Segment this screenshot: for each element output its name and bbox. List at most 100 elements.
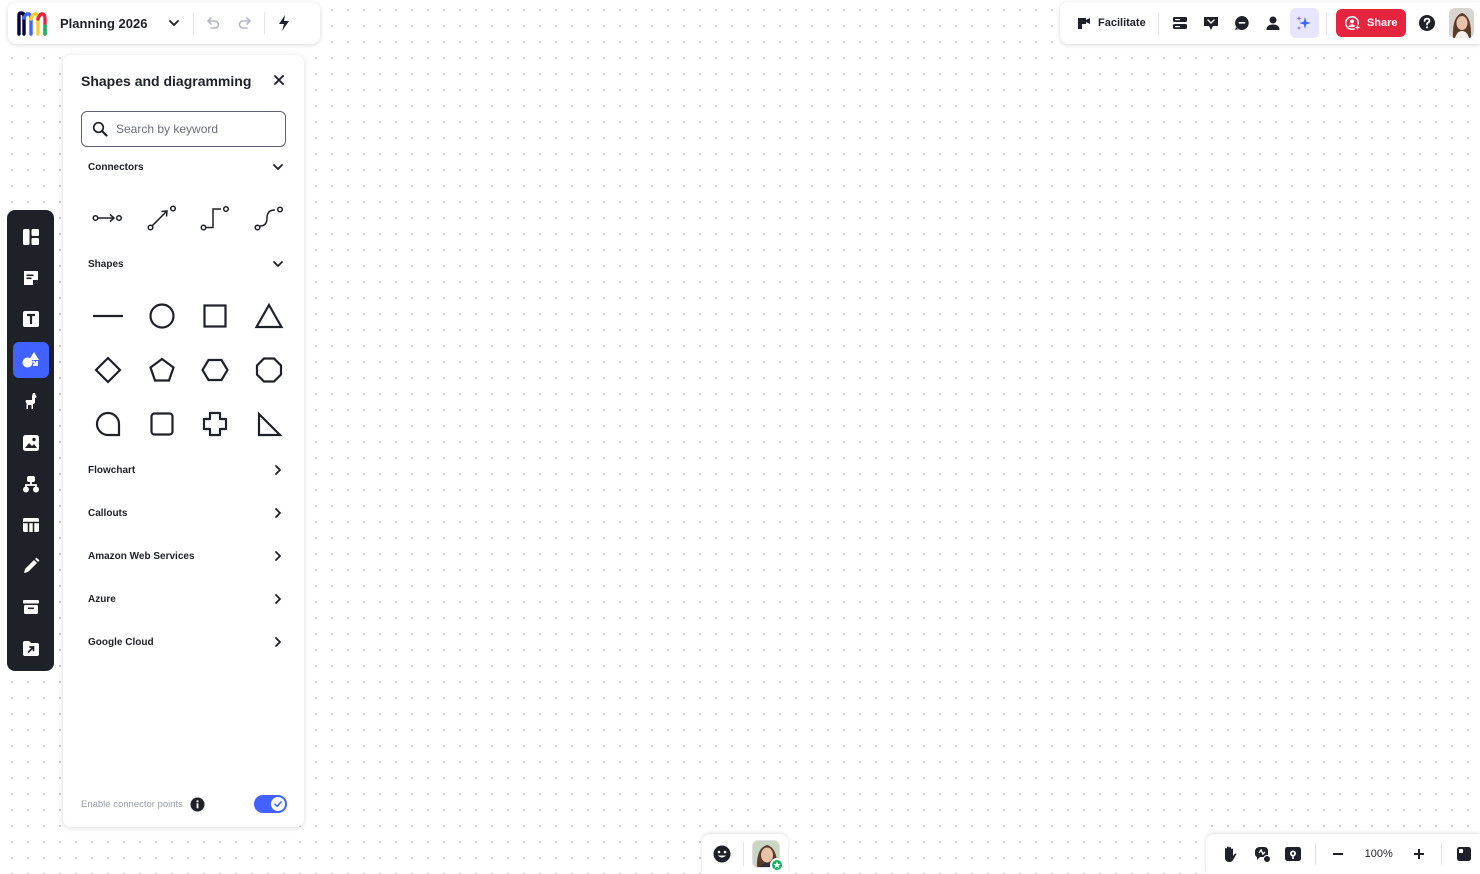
zoom-in-icon[interactable] [1404,839,1434,869]
straight-connector-icon[interactable] [81,198,135,238]
right-triangle-shape-icon[interactable] [242,404,296,444]
close-icon[interactable] [269,70,289,90]
board-title[interactable]: Planning 2026 [60,16,147,31]
user-avatar[interactable] [1448,8,1475,38]
shapes-grid-row-2 [81,350,296,390]
divider [1441,843,1443,865]
templates-icon[interactable] [13,219,49,255]
zoom-out-icon[interactable] [1323,839,1353,869]
board-layout-icon[interactable] [1166,8,1195,38]
collaborator-avatar[interactable] [752,840,784,872]
table-icon[interactable] [13,507,49,543]
zoom-level[interactable]: 100% [1354,848,1404,860]
line-shape-icon[interactable] [81,296,135,336]
panel-title: Shapes and diagramming [81,73,252,89]
redo-icon[interactable] [232,10,258,36]
section-google-cloud[interactable]: Google Cloud [81,631,286,653]
emoji-icon[interactable] [711,843,733,865]
section-label: Azure [88,593,116,605]
board-menu-chevron-icon[interactable] [161,10,187,36]
chevron-down-icon [270,256,286,272]
section-aws[interactable]: Amazon Web Services [81,545,286,567]
frame-icon[interactable] [13,589,49,625]
facilitate-icon [1078,18,1090,29]
user-icon[interactable] [1259,8,1288,38]
help-icon[interactable] [1413,8,1442,38]
upload-icon[interactable] [13,630,49,666]
hexagon-shape-icon[interactable] [189,350,243,390]
share-user-icon [1344,15,1361,31]
connector-points-setting: Enable connector points [81,794,287,814]
chevron-right-icon [270,548,286,564]
divider [264,12,266,34]
navigation-bar: 100% [1206,834,1480,874]
search-field[interactable] [81,111,286,147]
triangle-shape-icon[interactable] [242,296,296,336]
section-shapes[interactable]: Shapes [81,253,286,275]
presentation-icon[interactable] [1197,8,1226,38]
divider [1157,12,1159,34]
section-flowchart[interactable]: Flowchart [81,459,286,481]
rhombus-shape-icon[interactable] [81,350,135,390]
divider [1315,843,1317,865]
share-label: Share [1366,17,1398,29]
shapes-icon[interactable] [12,342,49,379]
shapes-grid-row-1 [81,296,296,336]
section-label: Callouts [88,507,128,519]
mind-map-icon[interactable] [13,466,49,502]
comment-icon[interactable] [1228,8,1257,38]
facilitate-button[interactable]: Facilitate [1070,15,1152,31]
section-callouts[interactable]: Callouts [81,502,286,524]
section-label: Flowchart [88,464,136,476]
section-label: Google Cloud [88,636,154,648]
image-upload-icon[interactable] [13,425,49,461]
cross-shape-icon[interactable] [189,404,243,444]
reactions-icon[interactable] [1247,839,1277,869]
circle-shape-icon[interactable] [135,296,189,336]
share-button[interactable]: Share [1336,9,1406,37]
arrow-connector-icon[interactable] [135,198,189,238]
undo-icon[interactable] [200,10,226,36]
connectors-grid [81,198,296,238]
map-icon[interactable] [1278,839,1308,869]
square-shape-icon[interactable] [189,296,243,336]
rounded-square-shape-icon[interactable] [135,404,189,444]
callout-shape-icon[interactable] [81,404,135,444]
divider [193,12,195,34]
creation-toolbar [7,210,54,671]
ai-sparkle-icon[interactable] [1289,8,1319,38]
octagon-shape-icon[interactable] [242,350,296,390]
chevron-right-icon [270,634,286,650]
minimap-icon[interactable] [1449,839,1479,869]
section-label: Amazon Web Services [88,550,195,562]
search-input[interactable] [116,122,276,136]
pen-icon[interactable] [13,548,49,584]
chevron-right-icon [270,462,286,478]
section-label: Connectors [88,161,144,173]
search-icon [92,121,108,137]
connector-points-label: Enable connector points [81,798,183,810]
miro-logo-icon[interactable] [16,10,48,36]
hand-icon[interactable] [1215,839,1245,869]
reactions-bar [702,834,788,874]
curved-connector-icon[interactable] [242,198,296,238]
shapes-panel: Shapes and diagramming Connectors Shapes [63,55,304,827]
connector-points-toggle[interactable] [254,795,287,813]
lightning-icon[interactable] [271,10,297,36]
star-badge-icon [770,858,784,872]
chevron-right-icon [270,505,286,521]
shapes-grid-row-3 [81,404,296,444]
info-icon[interactable] [190,797,205,812]
chevron-right-icon [270,591,286,607]
text-icon[interactable] [13,301,49,337]
llama-icon[interactable] [13,383,49,419]
section-label: Shapes [88,258,124,270]
pentagon-shape-icon[interactable] [135,350,189,390]
divider [743,842,744,866]
facilitate-label: Facilitate [1098,17,1146,29]
section-azure[interactable]: Azure [81,588,286,610]
section-connectors[interactable]: Connectors [81,156,286,178]
elbow-connector-icon[interactable] [189,198,243,238]
sticky-note-icon[interactable] [13,260,49,296]
board-header: Planning 2026 [8,2,320,44]
